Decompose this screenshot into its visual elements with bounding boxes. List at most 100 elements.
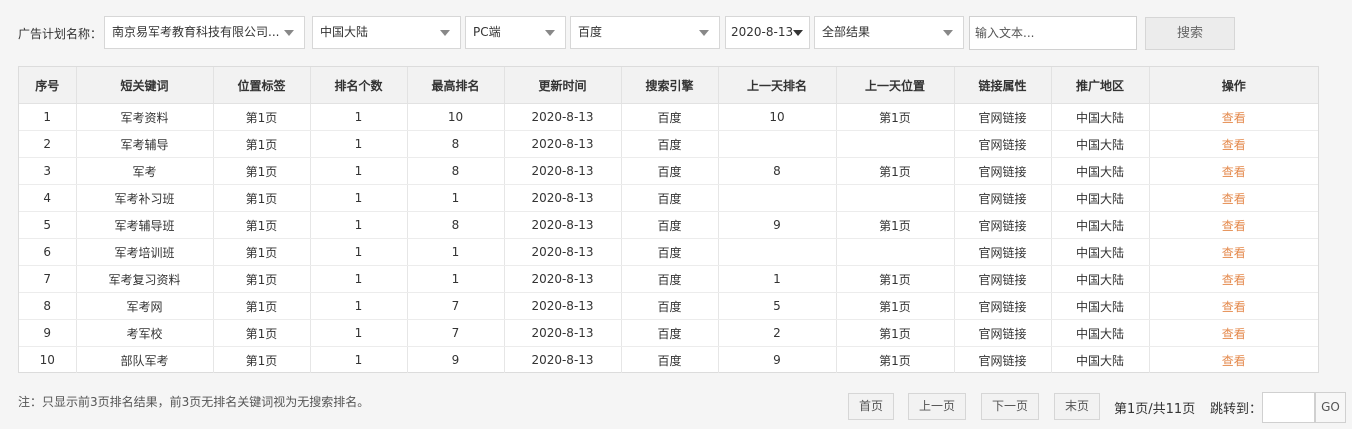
table-cell: 1 — [310, 157, 408, 185]
table-cell: 百度 — [621, 346, 719, 373]
table-cell: 部队军考 — [76, 346, 214, 373]
jump-page-input[interactable] — [1262, 392, 1315, 423]
column-header: 上一天排名 — [718, 67, 837, 104]
table-cell: 百度 — [621, 238, 719, 266]
table-row: 1 军考资料 第1页 1 10 2020-8-13 百度 10 第1页 官网链接 中国大陆 查看 — [19, 103, 1318, 131]
table-cell: 10 — [407, 103, 505, 131]
view-link[interactable]: 查看 — [1149, 238, 1318, 266]
table-cell: 1 — [310, 211, 408, 239]
engine-select[interactable]: 百度 — [570, 16, 720, 49]
filter-bar: 广告计划名称： 南京易军考教育科技有限公司... 中国大陆 PC端 百度 202… — [0, 0, 1352, 60]
table-cell: 3 — [19, 157, 77, 185]
table-cell — [836, 238, 955, 266]
table-cell: 第1页 — [213, 157, 311, 185]
table-cell: 官网链接 — [954, 292, 1052, 320]
view-link[interactable]: 查看 — [1149, 319, 1318, 347]
table-cell: 百度 — [621, 184, 719, 212]
table-cell: 第1页 — [213, 184, 311, 212]
table-cell: 2020-8-13 — [504, 103, 622, 131]
table-cell: 第1页 — [213, 211, 311, 239]
last-page-button[interactable]: 末页 — [1054, 393, 1100, 420]
table-cell: 第1页 — [836, 292, 955, 320]
table-cell: 1 — [310, 265, 408, 293]
table-row: 7 军考复习资料 第1页 1 1 2020-8-13 百度 1 第1页 官网链接 中国大陆 查看 — [19, 265, 1318, 293]
table-cell: 5 — [19, 211, 77, 239]
table-cell: 2020-8-13 — [504, 292, 622, 320]
table-cell: 10 — [718, 103, 837, 131]
table-cell: 9 — [407, 346, 505, 373]
table-cell: 军考网 — [76, 292, 214, 320]
table-body: 1 军考资料 第1页 1 10 2020-8-13 百度 10 第1页 官网链接 中国大陆 查看 2 军考… — [19, 103, 1318, 374]
table-cell: 5 — [718, 292, 837, 320]
view-link[interactable]: 查看 — [1149, 157, 1318, 185]
engine-select-value: 百度 — [578, 25, 603, 39]
column-header: 序号 — [19, 67, 77, 104]
view-link[interactable]: 查看 — [1149, 103, 1318, 131]
header-row: 序号 短关键词 位置标签 排名个数 最高排名 更新时间 搜索引擎 上一天排名 上一天位置 链接属性… — [19, 67, 1318, 104]
table-cell: 军考补习班 — [76, 184, 214, 212]
table-row: 10 部队军考 第1页 1 9 2020-8-13 百度 9 第1页 官网链接 中国大陆 查看 — [19, 346, 1318, 374]
table-cell: 官网链接 — [954, 184, 1052, 212]
table-cell: 第1页 — [213, 319, 311, 347]
next-page-button[interactable]: 下一页 — [981, 393, 1039, 420]
table-cell: 百度 — [621, 292, 719, 320]
table-cell: 1 — [310, 130, 408, 158]
table-cell: 中国大陆 — [1051, 130, 1150, 158]
table-cell: 1 — [310, 292, 408, 320]
table-header: 序号 短关键词 位置标签 排名个数 最高排名 更新时间 搜索引擎 上一天排名 上一天位置 链接属性… — [19, 67, 1318, 104]
table-cell: 1 — [407, 238, 505, 266]
view-link[interactable]: 查看 — [1149, 184, 1318, 212]
search-button[interactable]: 搜索 — [1145, 17, 1235, 50]
column-header: 链接属性 — [954, 67, 1052, 104]
prev-page-button[interactable]: 上一页 — [908, 393, 966, 420]
chevron-down-icon — [440, 30, 450, 36]
table-cell: 第1页 — [836, 265, 955, 293]
go-button[interactable]: GO — [1315, 392, 1346, 423]
date-select[interactable]: 2020-8-13 — [725, 16, 810, 49]
table-cell: 7 — [407, 319, 505, 347]
table-cell: 考军校 — [76, 319, 214, 347]
view-link[interactable]: 查看 — [1149, 211, 1318, 239]
table-cell: 8 — [407, 211, 505, 239]
view-link[interactable]: 查看 — [1149, 292, 1318, 320]
result-select[interactable]: 全部结果 — [814, 16, 964, 49]
table-cell: 1 — [310, 346, 408, 373]
table-cell — [836, 130, 955, 158]
device-select[interactable]: PC端 — [465, 16, 566, 49]
result-select-value: 全部结果 — [822, 25, 871, 39]
table-cell: 1 — [718, 265, 837, 293]
table-cell: 9 — [19, 319, 77, 347]
chevron-down-icon — [793, 30, 803, 36]
company-select-value: 南京易军考教育科技有限公司... — [112, 25, 280, 39]
table-cell: 2020-8-13 — [504, 238, 622, 266]
table-cell: 中国大陆 — [1051, 103, 1150, 131]
column-header: 上一天位置 — [836, 67, 955, 104]
table-cell: 中国大陆 — [1051, 319, 1150, 347]
table-row: 9 考军校 第1页 1 7 2020-8-13 百度 2 第1页 官网链接 中国大陆 查看 — [19, 319, 1318, 347]
table-cell: 1 — [407, 184, 505, 212]
table-cell: 2020-8-13 — [504, 265, 622, 293]
table-cell: 7 — [407, 292, 505, 320]
table-cell: 第1页 — [213, 238, 311, 266]
jump-to-label: 跳转到： — [1210, 402, 1263, 417]
table-cell: 军考 — [76, 157, 214, 185]
view-link[interactable]: 查看 — [1149, 130, 1318, 158]
table-cell: 4 — [19, 184, 77, 212]
table-cell: 百度 — [621, 130, 719, 158]
table-cell: 官网链接 — [954, 103, 1052, 131]
keyword-search-input[interactable] — [969, 16, 1137, 50]
table-cell: 中国大陆 — [1051, 157, 1150, 185]
table-cell: 2 — [19, 130, 77, 158]
region-select[interactable]: 中国大陆 — [312, 16, 461, 49]
view-link[interactable]: 查看 — [1149, 265, 1318, 293]
view-link[interactable]: 查看 — [1149, 347, 1318, 374]
company-select[interactable]: 南京易军考教育科技有限公司... — [104, 16, 305, 49]
table-cell: 1 — [310, 238, 408, 266]
table-cell: 官网链接 — [954, 211, 1052, 239]
table-cell: 军考辅导班 — [76, 211, 214, 239]
first-page-button[interactable]: 首页 — [848, 393, 894, 420]
table-cell: 第1页 — [213, 292, 311, 320]
table-cell: 中国大陆 — [1051, 184, 1150, 212]
table-cell: 第1页 — [836, 319, 955, 347]
table-cell: 第1页 — [836, 211, 955, 239]
